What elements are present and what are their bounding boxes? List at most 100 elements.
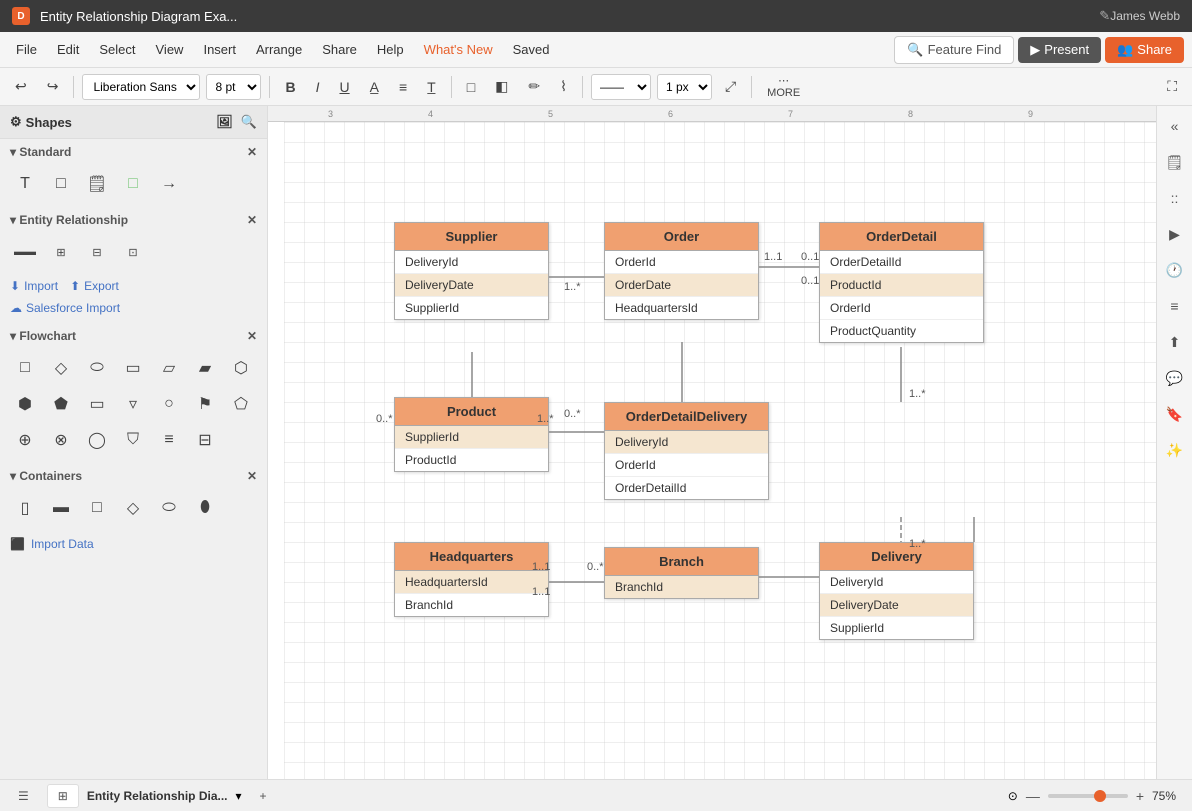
fc-lines1[interactable]: ≡ <box>154 425 184 455</box>
menu-insert[interactable]: Insert <box>195 38 244 61</box>
bold-button[interactable]: B <box>278 75 302 99</box>
comment-icon[interactable]: 💬 <box>1161 364 1189 392</box>
color-rect-shape[interactable]: □ <box>118 169 148 199</box>
fill-color-button[interactable]: ◧ <box>488 74 515 99</box>
fc-pentagon[interactable]: ⬠ <box>226 389 256 419</box>
import-data-button[interactable]: ⬛ Import Data <box>0 531 267 557</box>
magic-icon[interactable]: ✨ <box>1161 436 1189 464</box>
menu-edit[interactable]: Edit <box>49 38 87 61</box>
menu-select[interactable]: Select <box>91 38 143 61</box>
salesforce-import-button[interactable]: ☁ Salesforce Import <box>0 299 267 323</box>
font-select[interactable]: Liberation Sans <box>82 74 200 100</box>
align-left-button[interactable]: ≡ <box>392 75 414 99</box>
cont-4[interactable]: ◇ <box>118 493 148 523</box>
menu-saved[interactable]: Saved <box>505 38 558 61</box>
italic-button[interactable]: I <box>309 75 327 99</box>
list-view-tab[interactable]: ☰ <box>8 785 39 807</box>
menu-view[interactable]: View <box>148 38 192 61</box>
zoom-slider[interactable] <box>1048 794 1128 798</box>
tag-icon[interactable]: 🔖 <box>1161 400 1189 428</box>
fc-dbl-rect[interactable]: ▭ <box>118 353 148 383</box>
font-color-button[interactable]: A̲ <box>363 75 386 99</box>
fc-para[interactable]: ▱ <box>154 353 184 383</box>
clock-icon[interactable]: 🕐 <box>1161 256 1189 284</box>
text-format-button[interactable]: T̲ <box>420 75 443 99</box>
line-width-select[interactable]: 1 px <box>657 74 712 100</box>
page-dropdown-icon[interactable]: ▾ <box>236 789 242 803</box>
product-entity[interactable]: Product SupplierId ProductId <box>394 397 549 472</box>
waypoint-button[interactable]: ⤢ <box>718 74 743 99</box>
export-button[interactable]: ⬆ Export <box>70 279 119 293</box>
menu-file[interactable]: File <box>8 38 45 61</box>
cont-5[interactable]: ⬭ <box>154 493 184 523</box>
cont-1[interactable]: ▯ <box>10 493 40 523</box>
cont-2[interactable]: ▬ <box>46 493 76 523</box>
section-containers[interactable]: ▾ Containers ✕ <box>0 463 267 489</box>
er-shape-1[interactable]: ▬▬ <box>10 237 40 267</box>
section-er[interactable]: ▾ Entity Relationship ✕ <box>0 207 267 233</box>
cont-3[interactable]: □ <box>82 493 112 523</box>
fc-x[interactable]: ⊗ <box>46 425 76 455</box>
orderdetaildelivery-entity[interactable]: OrderDetailDelivery DeliveryId OrderId O… <box>604 402 769 500</box>
connection-button[interactable]: ⌇ <box>553 74 574 99</box>
fc-flag[interactable]: ⚑ <box>190 389 220 419</box>
layers-icon[interactable]: ≡ <box>1161 292 1189 320</box>
fc-s1[interactable]: ⬡ <box>226 353 256 383</box>
fullscreen-button[interactable]: ⛶ <box>1160 74 1184 99</box>
underline-button[interactable]: U <box>332 75 356 99</box>
redo-button[interactable]: ↪ <box>40 74 66 99</box>
fc-diamond[interactable]: ◇ <box>46 353 76 383</box>
fc-oval[interactable]: ⬭ <box>82 353 112 383</box>
grid-view-tab[interactable]: ⊞ <box>47 784 79 808</box>
present-button[interactable]: ▶ Present <box>1018 37 1101 63</box>
section-flowchart[interactable]: ▾ Flowchart ✕ <box>0 323 267 349</box>
text-shape[interactable]: T <box>10 169 40 199</box>
rect-shape[interactable]: □ <box>46 169 76 199</box>
collapse-right-icon[interactable]: « <box>1161 112 1189 140</box>
supplier-entity[interactable]: Supplier DeliveryId DeliveryDate Supplie… <box>394 222 549 320</box>
zoom-out-button[interactable]: — <box>1026 788 1040 804</box>
fc-para2[interactable]: ▰ <box>190 353 220 383</box>
er-shape-4[interactable]: ⊡ <box>118 237 148 267</box>
fc-lines2[interactable]: ⊟ <box>190 425 220 455</box>
fc-round[interactable]: ◯ <box>82 425 112 455</box>
menu-arrange[interactable]: Arrange <box>248 38 310 61</box>
upload-icon[interactable]: ⬆ <box>1161 328 1189 356</box>
er-shape-2[interactable]: ⊞ <box>46 237 76 267</box>
zoom-in-button[interactable]: + <box>1136 788 1144 804</box>
arrow-shape[interactable]: → <box>154 169 184 199</box>
line-style-select[interactable]: —— <box>591 74 651 100</box>
line-color-button[interactable]: ✏ <box>521 74 547 99</box>
search-icon[interactable]: 🔍 <box>241 114 257 130</box>
canvas[interactable]: Supplier DeliveryId DeliveryDate Supplie… <box>284 122 1156 779</box>
er-shape-3[interactable]: ⊟ <box>82 237 112 267</box>
fill-button[interactable]: □ <box>460 75 482 99</box>
format-icon[interactable]: 🗒 <box>1161 148 1189 176</box>
fc-shield[interactable]: ⛉ <box>118 425 148 455</box>
fc-cross[interactable]: ⊕ <box>10 425 40 455</box>
menu-help[interactable]: Help <box>369 38 412 61</box>
orderdetail-entity[interactable]: OrderDetail OrderDetailId ProductId Orde… <box>819 222 984 343</box>
section-standard[interactable]: ▾ Standard ✕ <box>0 139 267 165</box>
close-standard-icon[interactable]: ✕ <box>247 145 257 159</box>
fc-s2[interactable]: ⬢ <box>10 389 40 419</box>
cont-6[interactable]: ⬮ <box>190 493 220 523</box>
undo-button[interactable]: ↩ <box>8 74 34 99</box>
fc-s5[interactable]: ▿ <box>118 389 148 419</box>
fc-s4[interactable]: ▭ <box>82 389 112 419</box>
menu-share[interactable]: Share <box>314 38 365 61</box>
branch-entity[interactable]: Branch BranchId <box>604 547 759 599</box>
edit-icon[interactable]: ✎ <box>1099 8 1110 24</box>
video-icon[interactable]: ▶ <box>1161 220 1189 248</box>
headquarters-entity[interactable]: Headquarters HeadquartersId BranchId <box>394 542 549 617</box>
note-shape[interactable]: 🗒 <box>82 169 112 199</box>
import-button[interactable]: ⬇ Import <box>10 279 58 293</box>
font-size-select[interactable]: 8 pt <box>206 74 261 100</box>
menu-whats-new[interactable]: What's New <box>416 38 501 61</box>
share-button[interactable]: 👥 Share <box>1105 37 1184 63</box>
fc-s3[interactable]: ⬟ <box>46 389 76 419</box>
more-button[interactable]: ⋯MORE <box>760 70 807 103</box>
image-icon[interactable]: 🖼 <box>216 114 233 130</box>
close-containers-icon[interactable]: ✕ <box>247 469 257 483</box>
feature-find-button[interactable]: 🔍 Feature Find <box>894 36 1014 64</box>
